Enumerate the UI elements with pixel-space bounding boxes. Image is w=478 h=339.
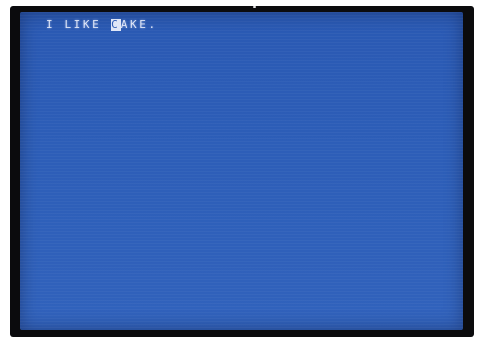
photo-frame: I LIKE CAKE. — [0, 0, 478, 339]
light-glint — [253, 6, 256, 8]
scanlines — [20, 12, 463, 330]
text-before-cursor: I LIKE — [46, 18, 111, 31]
crt-screen[interactable]: I LIKE CAKE. — [20, 12, 463, 330]
screen-text-line: I LIKE CAKE. — [46, 18, 158, 32]
text-cursor: C — [110, 18, 121, 31]
text-after-cursor: AKE. — [120, 18, 158, 31]
